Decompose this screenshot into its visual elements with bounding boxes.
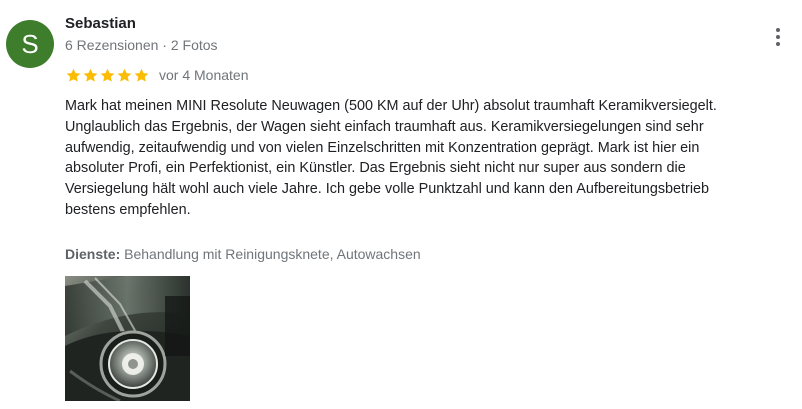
car-headlight-photo <box>65 276 190 401</box>
services-label: Dienste: <box>65 246 121 262</box>
author-name[interactable]: Sebastian <box>65 15 136 32</box>
review-date: vor 4 Monaten <box>159 67 249 83</box>
author-meta[interactable]: 6 Rezensionen · 2 Fotos <box>65 37 218 53</box>
star-icon <box>100 68 115 82</box>
services-value: Behandlung mit Reinigungsknete, Autowach… <box>124 246 421 262</box>
review-photo[interactable] <box>65 276 190 401</box>
star-icon <box>66 68 81 82</box>
star-icon <box>117 68 132 82</box>
star-icon <box>134 68 149 82</box>
more-options-button[interactable] <box>766 25 790 49</box>
more-vert-icon <box>776 28 780 46</box>
services-line: Dienste: Behandlung mit Reinigungsknete,… <box>65 246 421 262</box>
avatar[interactable]: S <box>6 20 54 68</box>
review-text: Mark hat meinen MINI Resolute Neuwagen (… <box>65 98 717 218</box>
rating-row: vor 4 Monaten <box>65 66 249 84</box>
star-rating <box>65 67 150 84</box>
star-icon <box>83 68 98 82</box>
